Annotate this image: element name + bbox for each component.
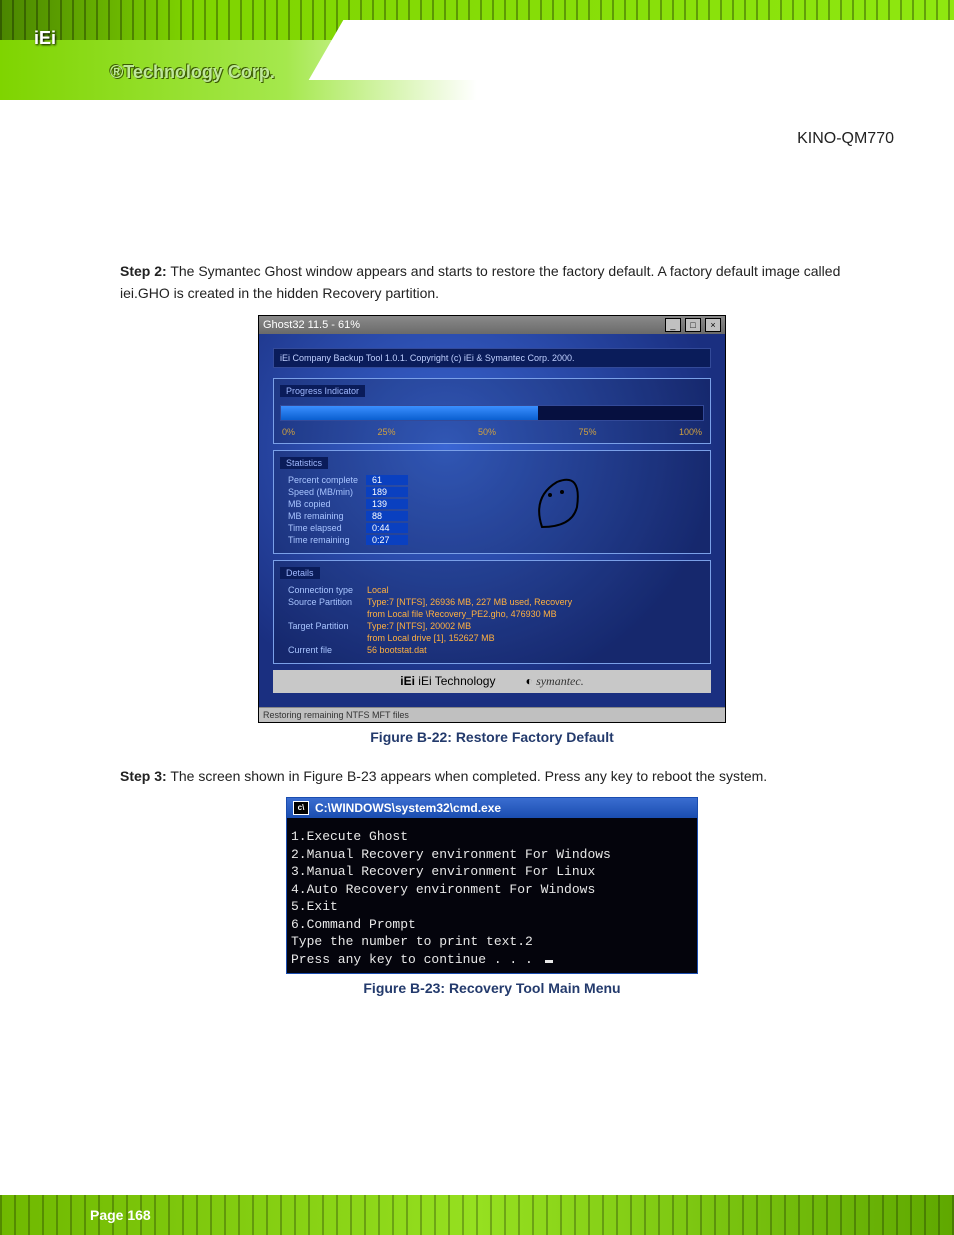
stats-table: Percent complete61 Speed (MB/min)189 MB … [280,473,410,547]
ghost-status-bar: Restoring remaining NTFS MFT files [259,707,725,722]
step-2-paragraph: Step 2: The Symantec Ghost window appear… [120,260,864,305]
progress-ticks: 0% 25% 50% 75% 100% [280,425,704,437]
cmd-icon: c\ [293,801,309,815]
ghost-icon [410,457,704,547]
iei-brand-text: iEi Technology [418,674,495,688]
details-table: Connection typeLocal Source PartitionTyp… [280,583,580,657]
figure-2: c\ C:\WINDOWS\system32\cmd.exe 1.Execute… [120,797,864,973]
tick-0: 0% [282,427,295,437]
minimize-icon[interactable]: _ [665,318,681,332]
cmd-line: Type the number to print text.2 [291,934,533,949]
window-buttons: _ □ × [664,318,721,332]
cmd-line: 6.Command Prompt [291,917,416,932]
logo-text: iEi [34,28,56,48]
detail-label: Target Partition [282,621,359,631]
cmd-line: 5.Exit [291,899,338,914]
cmd-line: 1.Execute Ghost [291,829,408,844]
figure-2-caption: Figure B-23: Recovery Tool Main Menu [120,980,864,996]
symantec-brand-text: symantec. [536,674,584,688]
stat-value: 0:27 [366,535,408,545]
stats-label: Statistics [280,457,328,469]
cmd-line: 4.Auto Recovery environment For Windows [291,882,595,897]
step-2-text: The Symantec Ghost window appears and st… [120,263,840,301]
page-content: Step 2: The Symantec Ghost window appear… [0,100,954,996]
tick-100: 100% [679,427,702,437]
detail-value: Type:7 [NTFS], 20002 MB [361,621,578,631]
stat-value: 139 [366,499,408,509]
ghost-copyright: iEi Company Backup Tool 1.0.1. Copyright… [273,348,711,368]
page-number: Page 168 [90,1207,151,1223]
logo: iEi [34,28,56,49]
ghost-title-text: Ghost32 11.5 - 61% [263,319,360,331]
details-label: Details [280,567,320,579]
cmd-title-text: C:\WINDOWS\system32\cmd.exe [315,801,501,815]
step-3-label: Step 3: [120,768,167,784]
cmd-titlebar: c\ C:\WINDOWS\system32\cmd.exe [287,798,697,818]
stat-label: MB copied [282,499,364,509]
detail-value: Local [361,585,578,595]
stat-label: Time remaining [282,535,364,545]
detail-value: from Local file \Recovery_PE2.gho, 47693… [361,609,578,619]
footer-banner: Page 168 [0,1125,954,1235]
cmd-line: Press any key to continue . . . [291,952,541,967]
product-name: KINO-QM770 [797,130,894,148]
ghost-footer-brand: iEi iEi Technology ◐ symantec. [273,670,711,693]
step-2-label: Step 2: [120,263,167,279]
stat-value: 88 [366,511,408,521]
stat-label: Time elapsed [282,523,364,533]
progress-fill [281,406,538,420]
maximize-icon[interactable]: □ [685,318,701,332]
figure-1-caption: Figure B-22: Restore Factory Default [120,729,864,745]
cursor-icon [545,960,553,963]
iei-logo-small: iEi [400,674,415,688]
detail-value: from Local drive [1], 152627 MB [361,633,578,643]
step-3-text: The screen shown in Figure B-23 appears … [170,768,767,784]
stat-value: 189 [366,487,408,497]
tick-50: 50% [478,427,496,437]
ghost-window: Ghost32 11.5 - 61% _ □ × iEi Company Bac… [258,315,726,723]
stat-value: 61 [366,475,408,485]
progress-bar [280,405,704,421]
close-icon[interactable]: × [705,318,721,332]
cmd-line: 2.Manual Recovery environment For Window… [291,847,611,862]
tick-75: 75% [578,427,596,437]
detail-label: Source Partition [282,597,359,607]
stat-label: Speed (MB/min) [282,487,364,497]
stat-value: 0:44 [366,523,408,533]
detail-label: Connection type [282,585,359,595]
detail-value: 56 bootstat.dat [361,645,578,655]
cmd-line: 3.Manual Recovery environment For Linux [291,864,595,879]
ghost-titlebar: Ghost32 11.5 - 61% _ □ × [259,316,725,334]
figure-1: Ghost32 11.5 - 61% _ □ × iEi Company Bac… [120,315,864,723]
tagline: ®Technology Corp. [110,62,275,83]
cmd-body: 1.Execute Ghost 2.Manual Recovery enviro… [287,818,697,972]
detail-label: Current file [282,645,359,655]
stat-label: Percent complete [282,475,364,485]
header-banner: iEi ®Technology Corp. [0,0,954,100]
detail-value: Type:7 [NTFS], 26936 MB, 227 MB used, Re… [361,597,578,607]
cmd-window: c\ C:\WINDOWS\system32\cmd.exe 1.Execute… [286,797,698,973]
progress-label: Progress Indicator [280,385,365,397]
stat-label: MB remaining [282,511,364,521]
tick-25: 25% [377,427,395,437]
step-3-paragraph: Step 3: The screen shown in Figure B-23 … [120,765,864,787]
